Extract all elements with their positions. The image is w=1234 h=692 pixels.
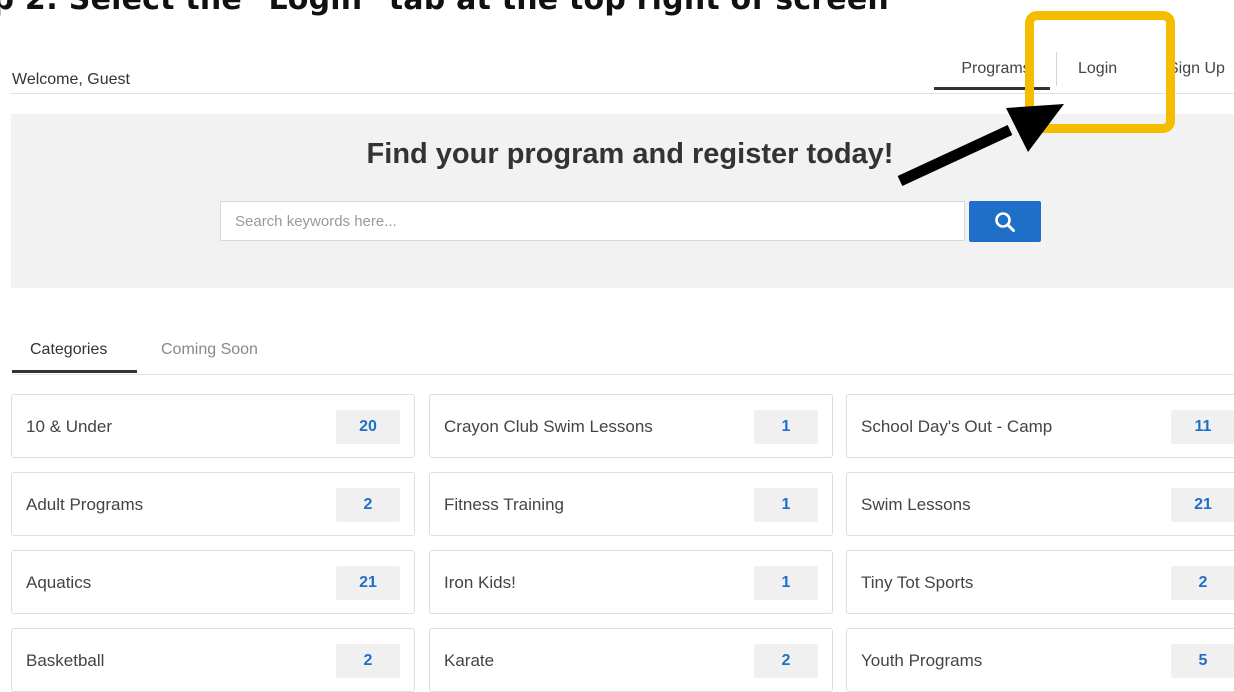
tabs-divider bbox=[12, 374, 1234, 375]
category-count-badge: 21 bbox=[1171, 488, 1234, 522]
category-count-badge: 2 bbox=[1171, 566, 1234, 600]
category-card[interactable]: Tiny Tot Sports 2 bbox=[846, 550, 1234, 614]
category-count-badge: 1 bbox=[754, 566, 818, 600]
category-label: Aquatics bbox=[26, 573, 92, 592]
category-card[interactable]: Swim Lessons 21 bbox=[846, 472, 1234, 536]
category-count-badge: 2 bbox=[754, 644, 818, 678]
category-card[interactable]: Crayon Club Swim Lessons 1 bbox=[429, 394, 833, 458]
category-count-badge: 21 bbox=[336, 566, 400, 600]
welcome-text: Welcome, Guest bbox=[12, 71, 130, 88]
category-label: Fitness Training bbox=[444, 495, 564, 514]
category-count-badge: 5 bbox=[1171, 644, 1234, 678]
nav-signup-tab[interactable]: Sign Up bbox=[1168, 60, 1225, 78]
category-label: School Day's Out - Camp bbox=[861, 417, 1053, 436]
category-label: Adult Programs bbox=[26, 495, 144, 514]
category-label: Swim Lessons bbox=[861, 495, 971, 514]
category-count-badge: 1 bbox=[754, 410, 818, 444]
category-card[interactable]: Basketball 2 bbox=[11, 628, 415, 692]
category-label: Karate bbox=[444, 651, 495, 670]
search-icon bbox=[995, 211, 1015, 232]
search-button[interactable] bbox=[969, 201, 1041, 242]
category-card[interactable]: Iron Kids! 1 bbox=[429, 550, 833, 614]
tab-coming-soon[interactable]: Coming Soon bbox=[161, 341, 258, 359]
category-count-badge: 20 bbox=[336, 410, 400, 444]
tab-active-indicator bbox=[12, 370, 137, 373]
category-card[interactable]: Aquatics 21 bbox=[11, 550, 415, 614]
category-card[interactable]: Fitness Training 1 bbox=[429, 472, 833, 536]
category-label: Basketball bbox=[26, 651, 105, 670]
category-card[interactable]: Adult Programs 2 bbox=[11, 472, 415, 536]
category-label: Crayon Club Swim Lessons bbox=[444, 417, 653, 436]
search-input[interactable] bbox=[220, 201, 965, 241]
login-highlight-box bbox=[1025, 11, 1175, 133]
step-instruction: ep 2: Select the "Login" tab at the top … bbox=[0, 0, 889, 17]
category-count-badge: 1 bbox=[754, 488, 818, 522]
category-label: Iron Kids! bbox=[444, 573, 516, 592]
category-label: Youth Programs bbox=[861, 651, 983, 670]
category-card[interactable]: Youth Programs 5 bbox=[846, 628, 1234, 692]
category-label: Tiny Tot Sports bbox=[861, 573, 974, 592]
hero-title: Find your program and register today! bbox=[366, 138, 894, 170]
tab-categories[interactable]: Categories bbox=[30, 341, 107, 359]
category-card[interactable]: Karate 2 bbox=[429, 628, 833, 692]
category-label: 10 & Under bbox=[26, 417, 112, 436]
category-count-badge: 11 bbox=[1171, 410, 1234, 444]
category-count-badge: 2 bbox=[336, 488, 400, 522]
category-count-badge: 2 bbox=[336, 644, 400, 678]
category-card[interactable]: 10 & Under 20 bbox=[11, 394, 415, 458]
category-card[interactable]: School Day's Out - Camp 11 bbox=[846, 394, 1234, 458]
